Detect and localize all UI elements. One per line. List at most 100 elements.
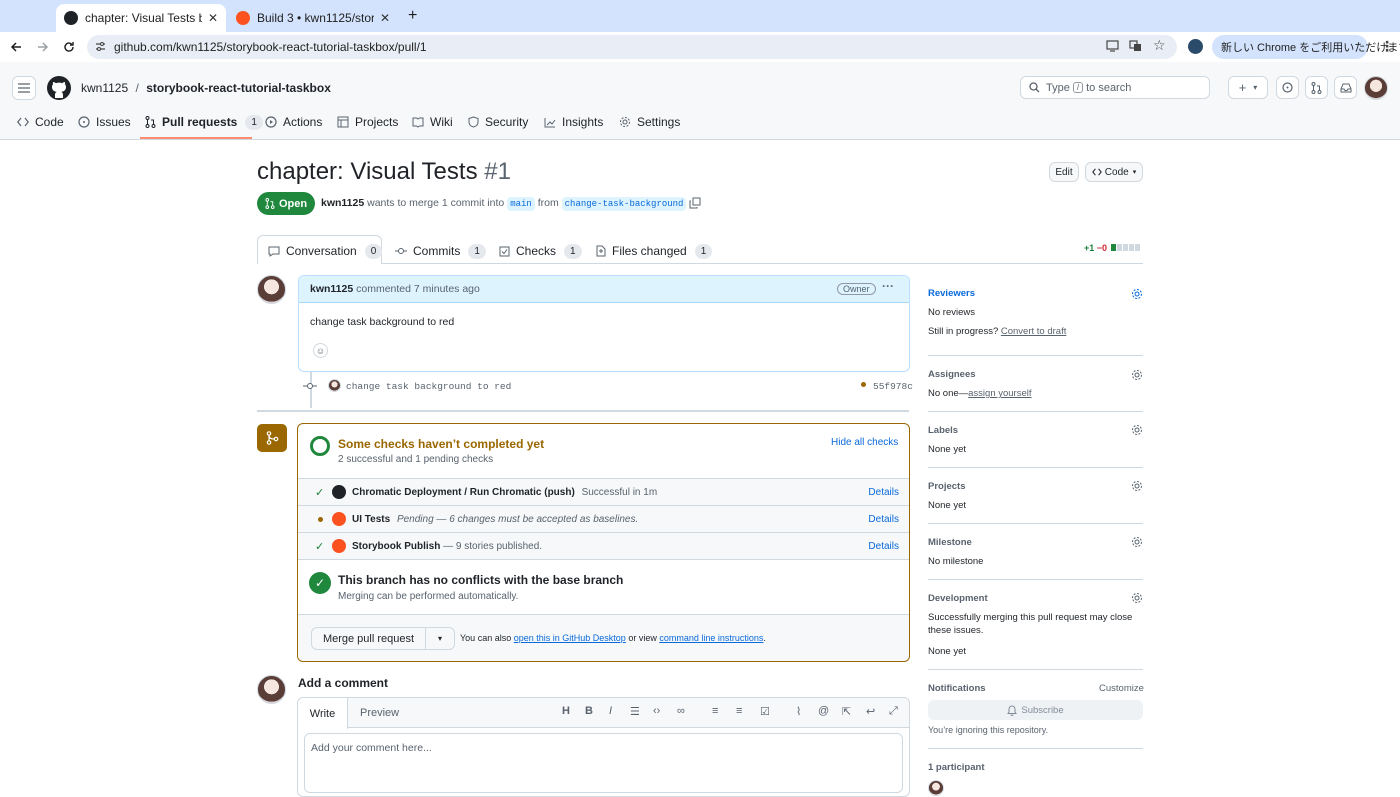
url-text[interactable]: github.com/kwn1125/storybook-react-tutor… bbox=[114, 40, 427, 54]
code-icon bbox=[1091, 168, 1102, 176]
milestone-title[interactable]: Milestone bbox=[928, 537, 972, 548]
nav-actions[interactable]: Actions bbox=[265, 112, 322, 132]
italic-icon[interactable]: I bbox=[609, 705, 612, 717]
pr-author-link[interactable]: kwn1125 bbox=[321, 197, 364, 209]
nav-settings[interactable]: Settings bbox=[619, 112, 680, 132]
tab-checks[interactable]: Checks 1 bbox=[499, 240, 582, 262]
base-branch[interactable]: main bbox=[507, 197, 535, 211]
saved-reply-icon[interactable]: ↩ bbox=[866, 705, 875, 718]
github-logo-icon[interactable] bbox=[47, 76, 71, 100]
projects-gear-icon[interactable] bbox=[1131, 480, 1143, 492]
convert-to-draft-link[interactable]: Convert to draft bbox=[1001, 326, 1066, 337]
link-icon[interactable]: ∞ bbox=[677, 705, 685, 717]
issue-icon bbox=[1282, 82, 1293, 93]
tab-conversation[interactable]: Conversation 0 bbox=[268, 240, 383, 262]
repo-name-link[interactable]: storybook-react-tutorial-taskbox bbox=[146, 81, 331, 95]
cli-instructions-link[interactable]: command line instructions bbox=[659, 633, 763, 643]
hamburger-menu-button[interactable] bbox=[12, 76, 36, 100]
bold-icon[interactable]: B bbox=[585, 705, 593, 717]
merge-pull-request-button[interactable]: Merge pull request bbox=[312, 628, 426, 649]
milestone-gear-icon[interactable] bbox=[1131, 536, 1143, 548]
chrome-menu-icon[interactable]: ⋮ bbox=[1380, 38, 1394, 55]
fullscreen-icon[interactable]: ⤢ bbox=[889, 705, 898, 718]
back-arrow-icon[interactable] bbox=[10, 41, 22, 53]
merge-options-caret-icon[interactable]: ▾ bbox=[426, 628, 454, 649]
issues-shortcut-button[interactable] bbox=[1276, 76, 1299, 99]
participant-avatar[interactable] bbox=[928, 780, 944, 796]
customize-link[interactable]: Customize bbox=[1099, 683, 1144, 694]
code-dropdown-button[interactable]: Code ▾ bbox=[1085, 162, 1143, 182]
close-tab-icon[interactable]: ✕ bbox=[380, 11, 390, 25]
quote-icon[interactable]: ☰ bbox=[630, 705, 640, 718]
head-branch[interactable]: change-task-background bbox=[561, 197, 687, 211]
labels-gear-icon[interactable] bbox=[1131, 424, 1143, 436]
check-details-link[interactable]: Details bbox=[868, 487, 899, 498]
repo-owner-link[interactable]: kwn1125 bbox=[81, 81, 128, 95]
reviewers-gear-icon[interactable] bbox=[1131, 288, 1143, 300]
assign-yourself-link[interactable]: assign yourself bbox=[968, 388, 1031, 399]
task-list-icon[interactable]: ☑ bbox=[760, 705, 770, 718]
comment-author-avatar[interactable] bbox=[257, 275, 286, 304]
profile-avatar[interactable] bbox=[1188, 39, 1203, 54]
user-avatar[interactable] bbox=[1364, 76, 1388, 100]
attach-icon[interactable]: ⌇ bbox=[796, 705, 801, 718]
pr-open-icon bbox=[265, 198, 275, 209]
reviewers-title[interactable]: Reviewers bbox=[928, 288, 975, 299]
nav-projects[interactable]: Projects bbox=[337, 112, 398, 132]
write-tab[interactable]: Write bbox=[298, 698, 348, 729]
development-gear-icon[interactable] bbox=[1131, 592, 1143, 604]
comment-more-options-icon[interactable]: ··· bbox=[882, 279, 894, 293]
tab-files-changed[interactable]: Files changed 1 bbox=[596, 240, 713, 262]
nav-insights[interactable]: Insights bbox=[544, 112, 603, 132]
tab-title: chapter: Visual Tests by kwn1 bbox=[85, 11, 202, 25]
create-new-button[interactable]: + ▾ bbox=[1228, 76, 1268, 99]
nav-wiki[interactable]: Wiki bbox=[412, 112, 453, 132]
mention-icon[interactable]: @ bbox=[818, 705, 829, 717]
nav-pull-requests[interactable]: Pull requests 1 bbox=[145, 112, 263, 132]
add-reaction-icon[interactable]: ☺ bbox=[313, 343, 328, 358]
forward-arrow-icon[interactable] bbox=[37, 41, 49, 53]
check-details-link[interactable]: Details bbox=[868, 514, 899, 525]
bookmark-star-icon[interactable]: ☆ bbox=[1153, 37, 1166, 54]
hide-all-checks-link[interactable]: Hide all checks bbox=[831, 437, 898, 448]
tab-commits[interactable]: Commits 1 bbox=[395, 240, 486, 262]
preview-tab[interactable]: Preview bbox=[360, 707, 399, 719]
browser-tab[interactable]: Build 3 • kwn1125/storybook- ✕ bbox=[228, 4, 398, 32]
commit-sha[interactable]: 55f978c bbox=[873, 381, 913, 392]
translate-icon[interactable] bbox=[1129, 40, 1142, 52]
commit-message[interactable]: change task background to red bbox=[346, 381, 511, 392]
commit-author-avatar[interactable] bbox=[328, 379, 341, 392]
comment-author-link[interactable]: kwn1125 bbox=[310, 283, 353, 295]
site-info-icon[interactable] bbox=[95, 41, 106, 52]
chrome-update-button[interactable]: 新しい Chrome をご利用いただけます bbox=[1212, 35, 1400, 59]
new-tab-button[interactable]: + bbox=[408, 7, 417, 25]
inbox-button[interactable] bbox=[1334, 76, 1357, 99]
bullet-list-icon[interactable]: ≡ bbox=[736, 705, 742, 717]
development-title[interactable]: Development bbox=[928, 593, 988, 604]
assignees-gear-icon[interactable] bbox=[1131, 369, 1143, 381]
reload-icon[interactable] bbox=[63, 41, 75, 53]
nav-security[interactable]: Security bbox=[468, 112, 528, 132]
numbered-list-icon[interactable]: ≡ bbox=[712, 705, 718, 717]
copy-icon[interactable] bbox=[689, 197, 701, 209]
browser-tab-active[interactable]: chapter: Visual Tests by kwn1 ✕ bbox=[56, 4, 226, 32]
labels-title[interactable]: Labels bbox=[928, 425, 958, 436]
pr-shortcut-button[interactable] bbox=[1305, 76, 1328, 99]
code-icon[interactable]: ‹› bbox=[653, 705, 660, 717]
cast-icon[interactable] bbox=[1106, 40, 1119, 52]
reference-icon[interactable]: ⇱ bbox=[842, 705, 851, 718]
check-details-link[interactable]: Details bbox=[868, 541, 899, 552]
github-desktop-link[interactable]: open this in GitHub Desktop bbox=[514, 633, 626, 643]
assignees-title[interactable]: Assignees bbox=[928, 369, 976, 380]
close-tab-icon[interactable]: ✕ bbox=[208, 11, 218, 25]
heading-icon[interactable]: H bbox=[562, 705, 570, 717]
nav-issues[interactable]: Issues bbox=[78, 112, 131, 132]
projects-title[interactable]: Projects bbox=[928, 481, 966, 492]
comment-textarea[interactable]: Add your comment here... bbox=[304, 733, 903, 793]
search-input[interactable]: Type / to search bbox=[1020, 76, 1210, 99]
edit-title-button[interactable]: Edit bbox=[1049, 162, 1079, 182]
comment-time[interactable]: commented 7 minutes ago bbox=[356, 283, 480, 295]
subscribe-button[interactable]: Subscribe bbox=[928, 700, 1143, 720]
diffstat[interactable]: +1 −0 bbox=[1084, 243, 1107, 253]
nav-code[interactable]: Code bbox=[17, 112, 64, 132]
